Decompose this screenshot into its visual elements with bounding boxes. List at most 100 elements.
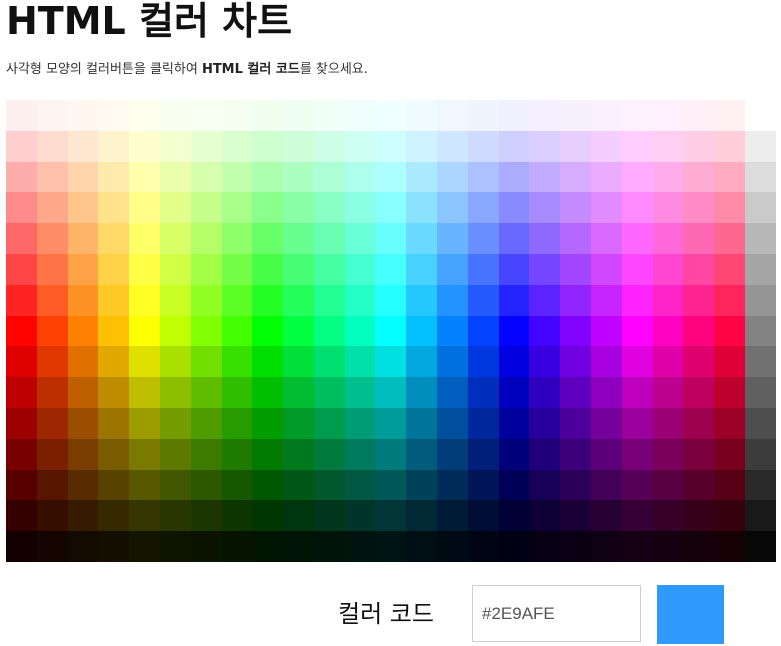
color-swatch[interactable]	[98, 469, 130, 501]
color-swatch[interactable]	[683, 438, 715, 470]
color-swatch[interactable]	[313, 346, 345, 378]
color-swatch[interactable]	[98, 407, 130, 439]
color-swatch[interactable]	[621, 130, 653, 162]
color-swatch[interactable]	[283, 438, 314, 470]
color-swatch[interactable]	[313, 531, 345, 562]
color-swatch[interactable]	[344, 407, 376, 439]
color-swatch[interactable]	[36, 531, 68, 562]
color-swatch[interactable]	[190, 407, 222, 439]
color-swatch[interactable]	[375, 377, 407, 408]
color-swatch[interactable]	[190, 161, 222, 193]
color-swatch[interactable]	[283, 346, 314, 378]
color-swatch[interactable]	[221, 192, 253, 224]
color-swatch[interactable]	[375, 407, 407, 439]
color-swatch[interactable]	[375, 130, 407, 162]
color-swatch[interactable]	[159, 130, 191, 162]
color-swatch[interactable]	[67, 438, 99, 470]
color-swatch[interactable]	[406, 192, 438, 224]
color-swatch[interactable]	[6, 253, 37, 285]
color-swatch[interactable]	[98, 192, 130, 224]
color-swatch[interactable]	[437, 377, 468, 408]
color-swatch[interactable]	[252, 438, 284, 470]
color-swatch[interactable]	[375, 284, 407, 316]
color-swatch[interactable]	[283, 223, 314, 254]
color-swatch[interactable]	[283, 407, 314, 439]
color-swatch[interactable]	[190, 469, 222, 501]
color-swatch[interactable]	[621, 161, 653, 193]
color-swatch[interactable]	[406, 100, 438, 131]
color-swatch[interactable]	[313, 315, 345, 347]
color-swatch[interactable]	[36, 253, 68, 285]
color-swatch[interactable]	[467, 531, 499, 562]
color-swatch[interactable]	[652, 377, 684, 408]
color-swatch[interactable]	[6, 346, 37, 378]
color-swatch[interactable]	[529, 438, 561, 470]
color-swatch[interactable]	[159, 407, 191, 439]
color-swatch[interactable]	[683, 469, 715, 501]
color-swatch[interactable]	[406, 315, 438, 347]
color-swatch[interactable]	[375, 500, 407, 532]
color-swatch[interactable]	[621, 500, 653, 532]
color-swatch[interactable]	[560, 346, 592, 378]
color-swatch[interactable]	[159, 346, 191, 378]
color-swatch[interactable]	[714, 500, 745, 532]
color-swatch[interactable]	[283, 161, 314, 193]
color-swatch[interactable]	[683, 130, 715, 162]
color-swatch[interactable]	[652, 469, 684, 501]
color-swatch[interactable]	[406, 377, 438, 408]
color-swatch[interactable]	[621, 100, 653, 131]
grayscale-swatch[interactable]	[744, 161, 776, 193]
color-swatch[interactable]	[529, 531, 561, 562]
color-swatch[interactable]	[437, 253, 468, 285]
color-swatch[interactable]	[437, 346, 468, 378]
color-swatch[interactable]	[406, 161, 438, 193]
color-swatch[interactable]	[67, 130, 99, 162]
color-swatch[interactable]	[498, 100, 530, 131]
grayscale-swatch[interactable]	[744, 377, 776, 408]
color-swatch[interactable]	[591, 315, 622, 347]
color-swatch[interactable]	[437, 223, 468, 254]
color-swatch[interactable]	[375, 438, 407, 470]
color-swatch[interactable]	[529, 192, 561, 224]
color-swatch[interactable]	[283, 469, 314, 501]
color-swatch[interactable]	[344, 438, 376, 470]
color-swatch[interactable]	[591, 192, 622, 224]
color-swatch[interactable]	[560, 531, 592, 562]
color-swatch[interactable]	[129, 161, 160, 193]
color-swatch[interactable]	[98, 315, 130, 347]
color-swatch[interactable]	[437, 531, 468, 562]
color-swatch[interactable]	[98, 346, 130, 378]
color-swatch[interactable]	[498, 531, 530, 562]
color-swatch[interactable]	[344, 100, 376, 131]
color-swatch[interactable]	[406, 284, 438, 316]
color-swatch[interactable]	[6, 531, 37, 562]
color-swatch[interactable]	[98, 531, 130, 562]
color-swatch[interactable]	[498, 284, 530, 316]
color-swatch[interactable]	[313, 284, 345, 316]
color-swatch[interactable]	[621, 192, 653, 224]
color-swatch[interactable]	[529, 130, 561, 162]
color-swatch[interactable]	[129, 223, 160, 254]
color-swatch[interactable]	[652, 161, 684, 193]
color-swatch[interactable]	[36, 346, 68, 378]
color-swatch[interactable]	[714, 253, 745, 285]
color-swatch[interactable]	[6, 161, 37, 193]
color-swatch[interactable]	[683, 500, 715, 532]
color-swatch[interactable]	[159, 315, 191, 347]
color-swatch[interactable]	[652, 438, 684, 470]
color-swatch[interactable]	[467, 438, 499, 470]
color-swatch[interactable]	[621, 253, 653, 285]
color-swatch[interactable]	[529, 500, 561, 532]
color-swatch[interactable]	[36, 192, 68, 224]
color-swatch[interactable]	[190, 284, 222, 316]
color-swatch[interactable]	[437, 130, 468, 162]
grayscale-swatch[interactable]	[744, 130, 776, 162]
color-swatch[interactable]	[375, 161, 407, 193]
color-swatch[interactable]	[159, 223, 191, 254]
color-swatch[interactable]	[98, 253, 130, 285]
color-swatch[interactable]	[621, 346, 653, 378]
color-swatch[interactable]	[498, 500, 530, 532]
color-swatch[interactable]	[221, 161, 253, 193]
color-swatch[interactable]	[67, 284, 99, 316]
color-swatch[interactable]	[406, 130, 438, 162]
